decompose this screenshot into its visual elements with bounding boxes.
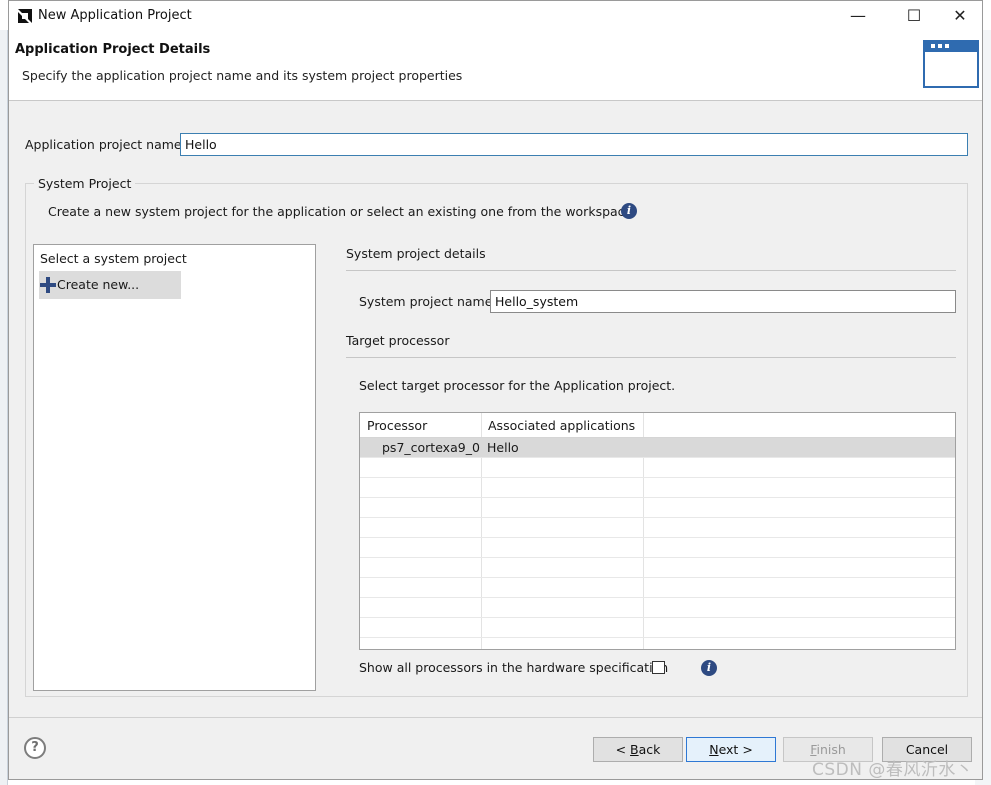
page-subtitle: Specify the application project name and…	[22, 68, 463, 83]
table-row-empty	[360, 498, 955, 518]
table-header: Processor Associated applications	[360, 413, 955, 438]
help-icon[interactable]: ?	[24, 737, 46, 759]
title-bar: New Application Project — ☐ ✕	[9, 1, 982, 31]
window-title: New Application Project	[38, 8, 192, 23]
maximize-button[interactable]: ☐	[891, 1, 937, 31]
plus-icon	[40, 277, 56, 293]
next-mnemonic: N	[709, 742, 719, 757]
next-rest: ext	[718, 742, 739, 757]
processor-cell: ps7_cortexa9_0	[382, 440, 480, 455]
system-project-details-title: System project details	[346, 246, 486, 261]
next-button[interactable]: Next >	[686, 737, 776, 762]
column-header-processor[interactable]: Processor	[367, 418, 427, 433]
background-window-edge-left	[0, 30, 8, 785]
table-row-empty	[360, 618, 955, 638]
target-processor-description: Select target processor for the Applicat…	[359, 378, 676, 393]
create-new-label: Create new...	[57, 277, 140, 292]
system-project-group: System Project Create a new system proje…	[25, 176, 968, 697]
back-mnemonic: B	[630, 742, 639, 757]
page-title: Application Project Details	[15, 42, 211, 57]
back-button[interactable]: < Back	[593, 737, 683, 762]
table-row[interactable]: ps7_cortexa9_0 Hello	[360, 438, 955, 458]
footer-separator	[9, 717, 982, 718]
close-button[interactable]: ✕	[937, 1, 983, 31]
wizard-window-icon	[923, 40, 979, 88]
target-processor-title: Target processor	[346, 333, 450, 348]
table-row-empty	[360, 518, 955, 538]
new-application-project-dialog: New Application Project — ☐ ✕ Applicatio…	[8, 0, 983, 780]
app-project-name-label: Application project name:	[25, 137, 186, 152]
csdn-watermark: CSDN @春风沂水丶	[812, 760, 974, 780]
wizard-header: Application Project Details Specify the …	[9, 31, 982, 101]
info-icon[interactable]: i	[701, 660, 717, 676]
create-new-item[interactable]: Create new...	[39, 271, 181, 299]
amd-logo-icon	[18, 9, 32, 23]
target-separator	[346, 357, 956, 358]
table-row-empty	[360, 558, 955, 578]
system-project-name-input[interactable]	[490, 290, 956, 313]
table-row-empty	[360, 478, 955, 498]
table-row-empty	[360, 598, 955, 618]
table-row-empty	[360, 458, 955, 478]
table-row-empty	[360, 578, 955, 598]
processor-table[interactable]: Processor Associated applications ps7_co…	[359, 412, 956, 650]
next-suffix: >	[738, 742, 753, 757]
system-project-legend: System Project	[34, 176, 136, 191]
minimize-button[interactable]: —	[835, 1, 881, 31]
back-rest: ack	[638, 742, 661, 757]
back-prefix: <	[615, 742, 631, 757]
column-header-associated-applications[interactable]: Associated applications	[488, 418, 635, 433]
show-all-processors-label: Show all processors in the hardware spec…	[359, 660, 669, 675]
details-separator	[346, 270, 956, 271]
system-project-list[interactable]: Select a system project Create new...	[33, 244, 316, 691]
associated-apps-cell: Hello	[487, 440, 519, 455]
system-project-description: Create a new system project for the appl…	[48, 204, 633, 219]
app-project-name-input[interactable]	[180, 133, 968, 156]
system-project-name-label: System project name:	[359, 294, 497, 309]
show-all-processors-checkbox[interactable]	[652, 661, 665, 674]
system-project-list-header: Select a system project	[40, 251, 187, 266]
table-row-empty	[360, 538, 955, 558]
info-icon[interactable]: i	[621, 203, 637, 219]
